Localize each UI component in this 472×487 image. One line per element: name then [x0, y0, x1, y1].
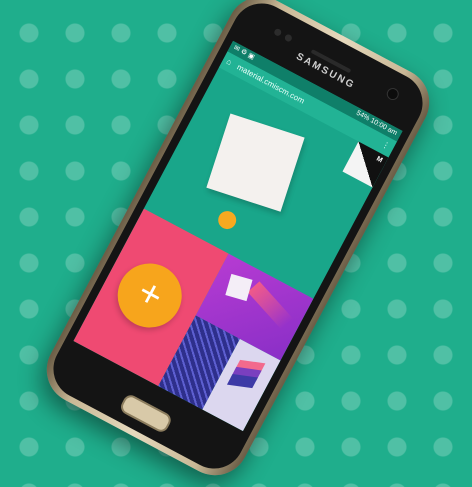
- orange-dot: [215, 207, 240, 233]
- pink-streak: [247, 281, 293, 330]
- light-sensor: [283, 33, 294, 43]
- photo-scene: SAMSUNG ✉ ⚙ ▣ 54% 10:00 am ⌂ material.cm…: [0, 0, 472, 487]
- hardware-home-button[interactable]: [118, 392, 174, 435]
- layer-bottom: [226, 373, 258, 389]
- add-button[interactable]: +: [106, 252, 193, 339]
- phone-bezel: SAMSUNG ✉ ⚙ ▣ 54% 10:00 am ⌂ material.cm…: [42, 0, 434, 480]
- mini-white-square: [225, 273, 253, 302]
- white-paper-square: [206, 113, 305, 212]
- phone-screen: ✉ ⚙ ▣ 54% 10:00 am ⌂ material.cmiscm.com…: [73, 40, 403, 432]
- home-icon[interactable]: ⌂: [222, 53, 235, 71]
- proximity-sensor: [273, 27, 283, 38]
- smartphone: SAMSUNG ✉ ⚙ ▣ 54% 10:00 am ⌂ material.cm…: [34, 0, 442, 487]
- corner-letter: M: [375, 155, 384, 165]
